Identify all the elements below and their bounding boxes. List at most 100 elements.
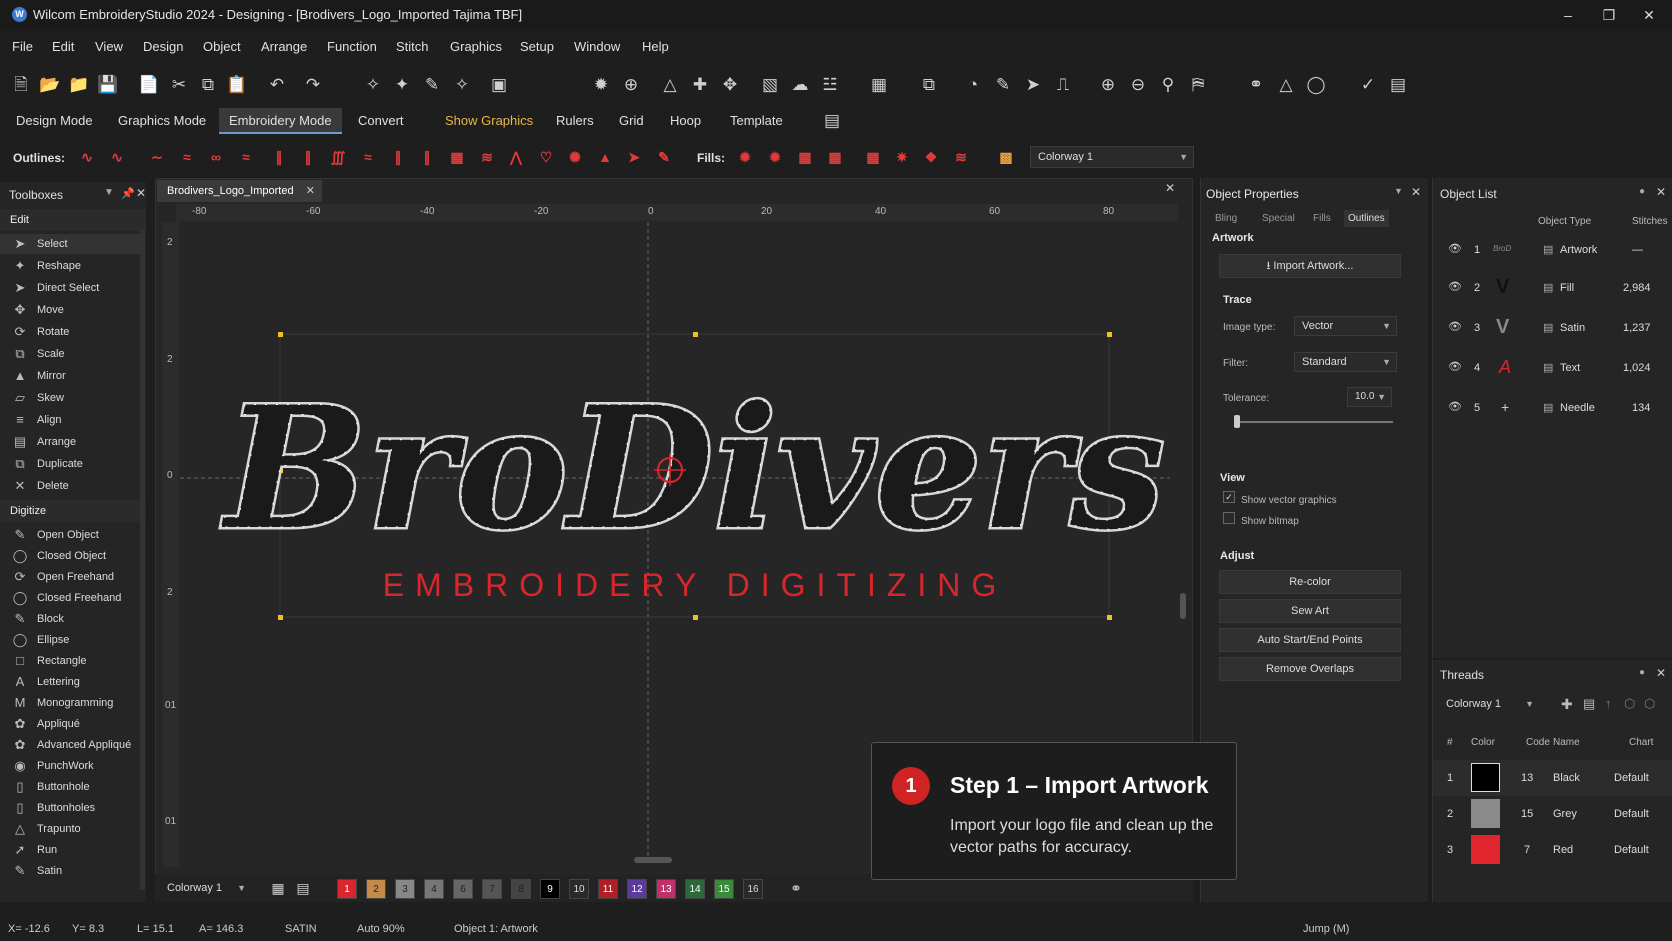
preview-icon[interactable]: ▤ (1387, 74, 1409, 96)
open-recent-icon[interactable]: 📁 (68, 74, 90, 96)
object-row[interactable]: 👁 1 BroD ▤ Artwork — (1433, 233, 1672, 267)
settings-panel-icon[interactable]: ▤ (821, 110, 843, 132)
tool-arrange[interactable]: ▤ Arrange (0, 432, 140, 452)
fill-stitch-icon[interactable]: ❖ (920, 148, 942, 166)
tool-align[interactable]: ≡ Align (0, 410, 140, 430)
screen-icon[interactable]: ▧ (759, 74, 781, 96)
thread-row[interactable]: 2 15 Grey Default (1433, 796, 1672, 832)
menu-object[interactable]: Object (203, 39, 241, 54)
layers-icon[interactable]: ⧉ (918, 74, 940, 96)
eye-icon[interactable]: 👁 (1448, 360, 1462, 373)
settings-icon[interactable]: ⬡ (1644, 696, 1655, 712)
tool-skew[interactable]: ▱ Skew (0, 388, 140, 408)
color-swatch[interactable]: 9 (540, 879, 560, 899)
import-artwork-button[interactable]: ⭳ Import Artwork... (1219, 254, 1401, 278)
image-type-select[interactable]: Vector ▼ (1294, 316, 1397, 336)
selection-handle[interactable] (278, 332, 283, 337)
shape-icon[interactable]: △ (1275, 74, 1297, 96)
color-swatch[interactable]: 7 (482, 879, 502, 899)
outline-stitch-icon[interactable]: ✺ (564, 148, 586, 166)
outline-stitch-icon[interactable]: ≈ (357, 148, 379, 166)
tool-open-freehand[interactable]: ⟳ Open Freehand (0, 567, 140, 587)
fill-stitch-icon[interactable]: ▦ (794, 148, 816, 166)
tolerance-input[interactable]: 10.0 ▼ (1347, 387, 1392, 407)
cloud-icon[interactable]: ☁ (789, 74, 811, 96)
outline-stitch-icon[interactable]: ▦ (446, 148, 468, 166)
color-swatch[interactable]: 2 (366, 879, 386, 899)
color-swatch[interactable]: 8 (511, 879, 531, 899)
outline-stitch-icon[interactable]: ➤ (623, 148, 645, 166)
tool-direct-select[interactable]: ➤ Direct Select (0, 278, 140, 298)
show-bitmap-checkbox[interactable] (1223, 512, 1235, 524)
paste-icon[interactable]: 📋 (226, 74, 248, 96)
needle-icon[interactable]: ➤ (1022, 74, 1044, 96)
tolerance-slider[interactable] (1235, 421, 1393, 423)
tool-lettering[interactable]: A Lettering (0, 672, 140, 692)
object-row[interactable]: 👁 2 V ▤ Fill 2,984 (1433, 271, 1672, 305)
close-icon[interactable]: ✕ (136, 186, 146, 200)
outline-stitch-icon[interactable]: ▲ (594, 148, 616, 166)
undo-icon[interactable]: ↶ (266, 74, 288, 96)
object-row[interactable]: 👁 5 + ▤ Needle 134 (1433, 391, 1672, 425)
match-icon[interactable]: ⬡ (1624, 696, 1635, 712)
outline-stitch-icon[interactable]: ≋ (476, 148, 498, 166)
tab-bling[interactable]: Bling (1211, 210, 1241, 227)
color-swatch[interactable]: 16 (743, 879, 763, 899)
filter-select[interactable]: Standard ▼ (1294, 352, 1397, 372)
menu-edit[interactable]: Edit (52, 39, 74, 54)
tool-punchwork[interactable]: ◉ PunchWork (0, 756, 140, 776)
close-icon[interactable]: ✕ (1656, 185, 1666, 199)
tool-monogramming[interactable]: M Monogramming (0, 693, 140, 713)
remove-overlaps-button[interactable]: Remove Overlaps (1219, 657, 1401, 681)
tool-closed-freehand[interactable]: ◯ Closed Freehand (0, 588, 140, 608)
recolor-button[interactable]: Re-color (1219, 570, 1401, 594)
outline-stitch-icon[interactable]: ∥ (416, 148, 438, 166)
close-tab-icon[interactable]: ✕ (306, 180, 315, 202)
outline-stitch-icon[interactable]: ≈ (176, 148, 198, 166)
fill-stitch-icon[interactable]: ✷ (891, 148, 913, 166)
convert-menu[interactable]: Convert (348, 108, 414, 134)
color-swatch[interactable]: 10 (569, 879, 589, 899)
tab-graphics-mode[interactable]: Graphics Mode (108, 108, 216, 134)
outline-stitch-icon[interactable]: ∞ (205, 148, 227, 166)
pin-icon[interactable]: ● (1639, 186, 1645, 197)
menu-file[interactable]: File (12, 39, 33, 54)
tool-applique[interactable]: ✿ Appliqué (0, 714, 140, 734)
digitize-section-header[interactable]: Digitize (0, 500, 146, 522)
grid-icon[interactable]: ▦ (267, 877, 289, 899)
zoom-fit-icon[interactable]: ⚲ (1157, 74, 1179, 96)
panel-options-icon[interactable]: ▼ (1394, 186, 1403, 196)
object-row[interactable]: 👁 3 V ▤ Satin 1,237 (1433, 311, 1672, 345)
menu-graphics[interactable]: Graphics (450, 39, 502, 54)
thread-chart-icon[interactable]: ▤ (1583, 696, 1595, 712)
path-tool-icon[interactable]: △ (659, 74, 681, 96)
open-folder-icon[interactable]: 📂 (39, 74, 61, 96)
close-icon[interactable]: ✕ (1656, 666, 1666, 680)
show-vector-checkbox[interactable]: ✓ (1223, 491, 1235, 503)
minimize-icon[interactable]: – (1553, 4, 1583, 26)
cut-icon[interactable]: ✂ (168, 74, 190, 96)
color-swatch[interactable]: 11 (598, 879, 618, 899)
outline-stitch-icon[interactable]: ✎ (653, 148, 675, 166)
tool-trapunto[interactable]: △ Trapunto (0, 819, 140, 839)
tool-run[interactable]: ➚ Run (0, 840, 140, 860)
stitch-settings-icon[interactable]: ✹ (590, 74, 612, 96)
target-icon[interactable]: ⊕ (620, 74, 642, 96)
tolerance-slider-handle[interactable] (1234, 415, 1240, 428)
fill-stitch-icon[interactable]: ▦ (862, 148, 884, 166)
template-toggle[interactable]: Template (720, 108, 793, 134)
tool-reshape[interactable]: ✦ Reshape (0, 256, 140, 276)
fill-stitch-icon[interactable]: ✹ (734, 148, 756, 166)
horizontal-scrollbar[interactable] (634, 857, 672, 863)
close-icon[interactable]: ✕ (1411, 185, 1421, 199)
tool-select[interactable]: ➤ Select (0, 234, 140, 254)
tool-rectangle[interactable]: □ Rectangle (0, 651, 140, 671)
menu-arrange[interactable]: Arrange (261, 39, 307, 54)
reshape-tool-icon[interactable]: ✧ (362, 74, 384, 96)
rulers-toggle[interactable]: Rulers (546, 108, 604, 134)
tool-rotate[interactable]: ⟳ Rotate (0, 322, 140, 342)
tool-advanced-applique[interactable]: ✿ Advanced Appliqué (0, 735, 140, 755)
add-thread-icon[interactable]: ✚ (1561, 696, 1573, 713)
color-swatch[interactable]: 14 (685, 879, 705, 899)
outline-stitch-icon[interactable]: ∭ (327, 148, 349, 166)
